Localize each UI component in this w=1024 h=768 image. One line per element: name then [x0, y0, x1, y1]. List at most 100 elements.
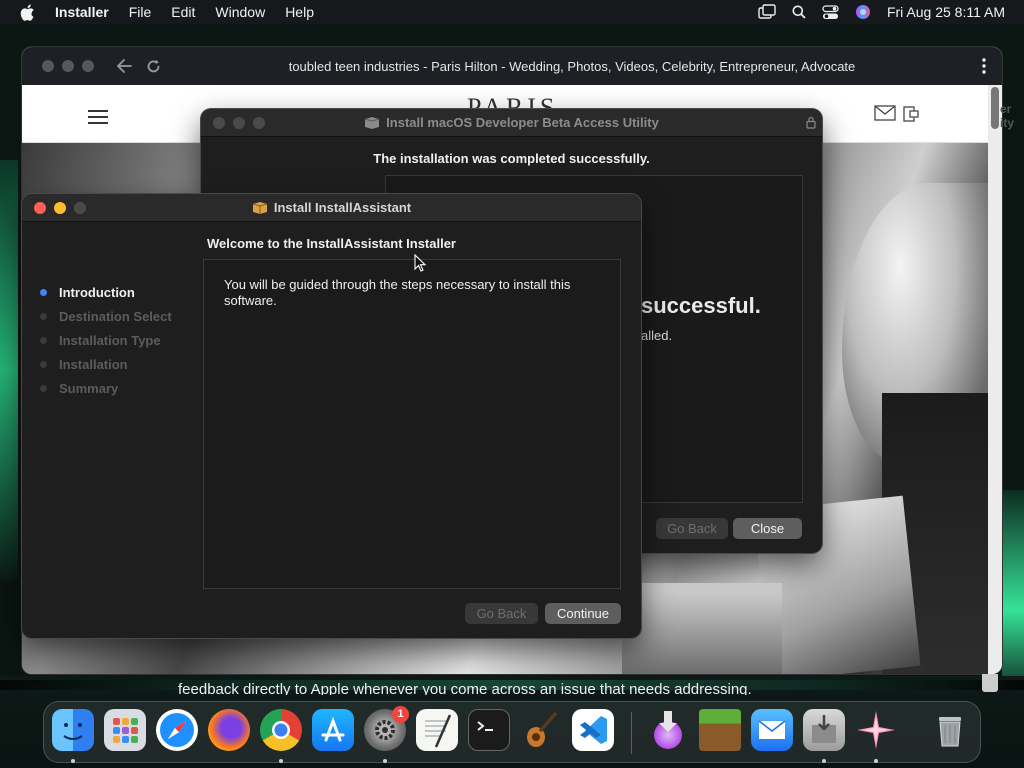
step-indicator: [40, 384, 47, 392]
browser-zoom-button[interactable]: [82, 60, 94, 72]
step-summary: Summary: [40, 376, 172, 400]
minecraft-icon[interactable]: [699, 709, 741, 751]
apple-menu-icon[interactable]: [19, 3, 35, 21]
success-detail: alled.: [641, 328, 673, 343]
screen-mirroring-icon[interactable]: [758, 4, 776, 20]
menu-bar-clock[interactable]: Fri Aug 25 8:11 AM: [887, 4, 1005, 20]
minimize-button[interactable]: [54, 202, 66, 214]
welcome-heading: Welcome to the InstallAssistant Installe…: [207, 236, 456, 251]
menu-help[interactable]: Help: [285, 4, 314, 20]
step-indicator: [40, 312, 47, 320]
mail-app-icon[interactable]: [751, 709, 793, 751]
textedit-icon[interactable]: [416, 709, 458, 751]
step-destination-select: Destination Select: [40, 304, 172, 328]
desktop-wallpaper-accent: [1002, 490, 1024, 690]
continue-button[interactable]: Continue: [545, 603, 621, 624]
window-title: Install macOS Developer Beta Access Util…: [386, 115, 659, 130]
zoom-button[interactable]: [253, 117, 265, 129]
lock-icon: [806, 116, 816, 129]
running-indicator: [822, 759, 826, 763]
hero-photo-detail: [622, 583, 782, 674]
menu-window[interactable]: Window: [215, 4, 265, 20]
step-label: Introduction: [59, 284, 135, 300]
launchpad-icon[interactable]: [104, 709, 146, 751]
completion-message: The installation was completed successfu…: [373, 151, 650, 166]
running-indicator: [383, 759, 387, 763]
trash-can-icon: [939, 717, 961, 747]
chrome-icon[interactable]: [260, 709, 302, 751]
installer-title-bar: Install InstallAssistant: [22, 194, 641, 222]
step-label: Destination Select: [59, 308, 172, 324]
terminal-icon[interactable]: [468, 709, 510, 751]
go-back-button[interactable]: Go Back: [656, 518, 728, 539]
step-indicator: [40, 336, 47, 344]
app-store-a-icon: [321, 716, 345, 742]
download-arrow-icon: [654, 711, 682, 749]
control-center-icon[interactable]: [822, 4, 839, 20]
chrome-center-icon: [272, 721, 290, 739]
dock: 1: [43, 701, 981, 763]
vscode-logo-icon: [580, 716, 607, 744]
installer-app-icon[interactable]: [803, 709, 845, 751]
desktop-wallpaper: [0, 160, 18, 580]
cart-icon[interactable]: [902, 105, 920, 123]
launchpad-grid-icon: [113, 718, 138, 743]
browser-minimize-button[interactable]: [62, 60, 74, 72]
introduction-text: You will be guided through the steps nec…: [224, 277, 571, 308]
more-options-icon[interactable]: [982, 58, 986, 74]
step-label: Installation Type: [59, 332, 161, 348]
peek-text: er ity: [1000, 102, 1014, 130]
window-title: Install InstallAssistant: [273, 200, 412, 215]
safari-icon[interactable]: [156, 709, 198, 751]
sparkle-star-icon: [857, 711, 895, 749]
browser-page-title: toubled teen industries - Paris Hilton -…: [288, 58, 856, 74]
dock-separator: [631, 712, 632, 754]
menu-file[interactable]: File: [129, 4, 152, 20]
downloads-icon[interactable]: [647, 709, 689, 751]
package-icon: [365, 117, 380, 129]
introduction-content: You will be guided through the steps nec…: [203, 259, 621, 589]
go-back-button[interactable]: Go Back: [465, 603, 538, 624]
garageband-icon[interactable]: [520, 709, 562, 751]
installassistant-installer-window: Install InstallAssistant Welcome to the …: [22, 194, 641, 638]
close-installer-button[interactable]: Close: [733, 518, 802, 539]
back-arrow-icon[interactable]: [116, 59, 132, 73]
close-button[interactable]: [34, 202, 46, 214]
menu-app-installer[interactable]: Installer: [55, 4, 109, 20]
trash-icon[interactable]: [929, 709, 971, 751]
terminal-prompt-icon: [477, 721, 493, 731]
step-introduction: Introduction: [40, 280, 172, 304]
step-indicator-active: [40, 288, 47, 296]
menu-edit[interactable]: Edit: [171, 4, 195, 20]
close-button[interactable]: [213, 117, 225, 129]
install-box-icon: [812, 715, 836, 743]
step-installation-type: Installation Type: [40, 328, 172, 352]
envelope-icon: [758, 720, 786, 739]
window-controls: [213, 117, 265, 129]
safari-compass-icon: [160, 713, 194, 747]
window-controls: [34, 202, 86, 214]
app-store-icon[interactable]: [312, 709, 354, 751]
peek-text-value: er ity: [1000, 102, 1015, 130]
firefox-icon[interactable]: [208, 709, 250, 751]
installer-steps: Introduction Destination Select Installa…: [40, 280, 172, 400]
spotlight-search-icon[interactable]: [792, 5, 806, 19]
mail-icon[interactable]: [874, 105, 896, 121]
scrollbar-thumb[interactable]: [991, 87, 999, 129]
zoom-button[interactable]: [74, 202, 86, 214]
browser-title-bar: toubled teen industries - Paris Hilton -…: [22, 47, 1002, 85]
browser-close-button[interactable]: [42, 60, 54, 72]
minimize-button[interactable]: [233, 117, 245, 129]
textedit-page-icon: [425, 714, 452, 748]
browser-scrollbar[interactable]: [988, 85, 1002, 674]
guitar-icon: [527, 711, 558, 747]
siri-icon[interactable]: [855, 4, 871, 20]
finder-icon[interactable]: [52, 709, 94, 751]
running-indicator: [874, 759, 878, 763]
reload-icon[interactable]: [146, 59, 161, 74]
hamburger-menu-icon[interactable]: [88, 110, 108, 124]
browser-window-controls: [42, 60, 94, 72]
vscode-icon[interactable]: [572, 709, 614, 751]
sparkle-app-icon[interactable]: [855, 709, 897, 751]
background-caption: feedback directly to Apple whenever you …: [178, 681, 752, 695]
